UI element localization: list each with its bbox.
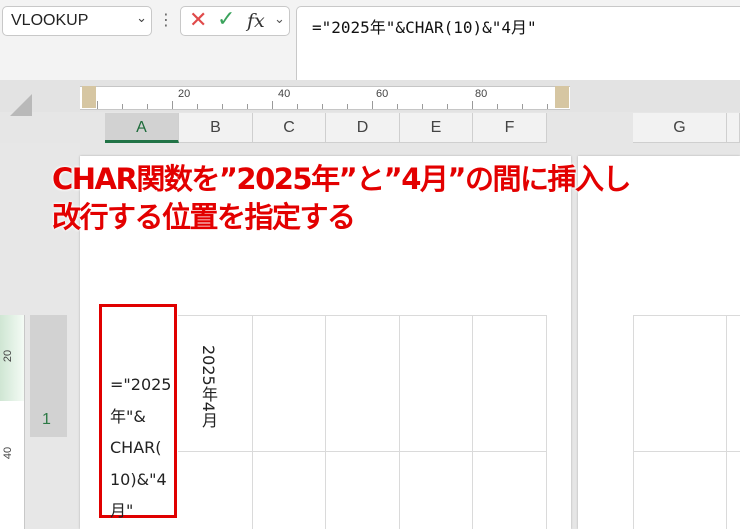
ruler-label: 20 <box>178 88 191 100</box>
x-icon[interactable]: ✕ <box>189 8 207 33</box>
annotation-callout: CHAR関数を”2025年”と”4月”の間に挿入し 改行する位置を指定する <box>52 160 631 236</box>
name-box[interactable]: VLOOKUP ⌄ <box>2 6 152 36</box>
cell-a1[interactable]: ="2025 年"& CHAR( 10)&"4 月" <box>99 304 177 520</box>
annotation-line-2: 改行する位置を指定する <box>52 200 356 234</box>
cell-b1[interactable]: 2025年4月 <box>196 345 220 428</box>
vruler-label: 20 <box>2 349 15 363</box>
formula-controls: ✕ ✓ fx ⌄ <box>180 6 290 36</box>
row-number: 1 <box>42 411 51 428</box>
ruler-label: 60 <box>376 88 389 100</box>
column-header-c[interactable]: C <box>253 113 326 143</box>
chevron-down-icon[interactable]: ⌄ <box>136 11 147 26</box>
ruler-label: 40 <box>278 88 291 100</box>
name-box-value: VLOOKUP <box>11 12 89 29</box>
column-header-h[interactable] <box>727 113 740 143</box>
left-margin-marker[interactable] <box>82 86 96 108</box>
more-options-icon[interactable]: ⋮ <box>158 10 174 29</box>
column-header-d[interactable]: D <box>326 113 400 143</box>
annotation-line-1: CHAR関数を”2025年”と”4月”の間に挿入し <box>52 162 631 196</box>
horizontal-ruler: 20 40 60 80 <box>80 86 570 110</box>
column-header-g[interactable]: G <box>633 113 727 143</box>
column-header-e[interactable]: E <box>400 113 473 143</box>
select-all-corner[interactable] <box>10 94 32 116</box>
vruler-label: 40 <box>2 446 15 460</box>
insert-function-button[interactable]: fx <box>247 10 265 32</box>
column-header-a[interactable]: A <box>105 113 179 143</box>
ruler-label: 80 <box>475 88 488 100</box>
check-icon[interactable]: ✓ <box>217 7 235 32</box>
column-header-f[interactable]: F <box>473 113 547 143</box>
right-margin-marker[interactable] <box>555 86 569 108</box>
column-header-b[interactable]: B <box>179 113 253 143</box>
formula-text: ="2025年"&CHAR(10)&"4月" <box>312 18 537 37</box>
chevron-down-icon[interactable]: ⌄ <box>274 12 285 27</box>
